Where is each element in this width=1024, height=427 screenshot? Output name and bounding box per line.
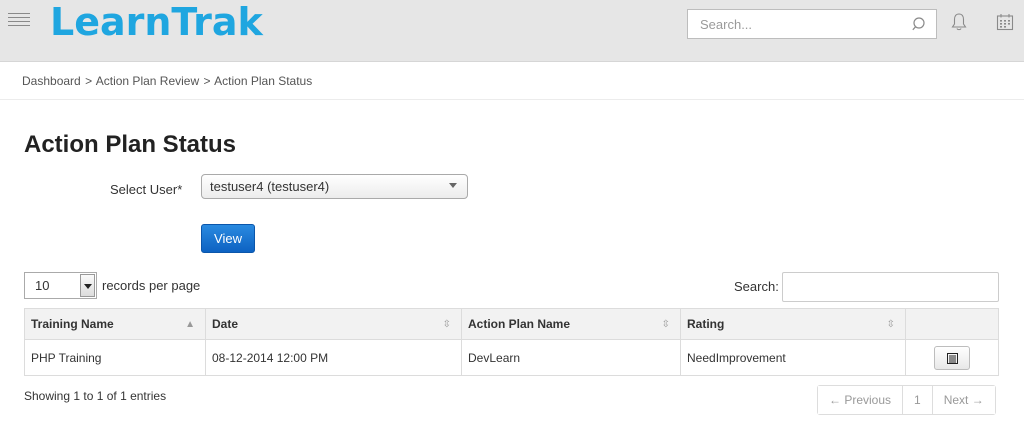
dropdown-arrow-icon[interactable] [80, 274, 95, 297]
cell-rating: NeedImprovement [680, 339, 906, 376]
cell-training-name: PHP Training [24, 339, 206, 376]
column-rating[interactable]: Rating ⇳ [680, 308, 906, 340]
search-icon[interactable] [912, 16, 928, 32]
sort-asc-icon: ▲ [185, 319, 195, 330]
breadcrumb-dashboard[interactable]: Dashboard [22, 74, 81, 88]
records-per-page-label: records per page [102, 278, 201, 293]
divider [0, 99, 1024, 100]
menu-icon[interactable] [8, 13, 30, 29]
sort-icon: ⇳ [661, 319, 670, 330]
column-action-plan-name[interactable]: Action Plan Name ⇳ [461, 308, 681, 340]
pagination-page-1[interactable]: 1 [903, 386, 933, 414]
column-label: Rating [687, 317, 725, 331]
action-plan-table: Training Name ▲ Date ⇳ Action Plan Name … [24, 308, 999, 376]
pagination-next[interactable]: Next → [932, 386, 995, 414]
view-details-button[interactable] [934, 345, 970, 370]
user-select-value: testuser4 (testuser4) [210, 179, 330, 194]
user-select[interactable]: testuser4 (testuser4) [201, 174, 468, 199]
sort-icon: ⇳ [886, 319, 895, 330]
table-header-row: Training Name ▲ Date ⇳ Action Plan Name … [24, 308, 999, 340]
global-search-input[interactable] [688, 10, 903, 38]
view-button[interactable]: View [201, 224, 255, 253]
table-info: Showing 1 to 1 of 1 entries [24, 389, 167, 403]
page-length-value: 10 [35, 278, 50, 293]
breadcrumb-separator: > [85, 74, 93, 88]
column-label: Training Name [31, 317, 114, 331]
column-label: Date [212, 317, 239, 331]
bell-icon[interactable] [951, 12, 967, 32]
breadcrumb: Dashboard > Action Plan Review > Action … [22, 74, 312, 88]
table-search-input[interactable] [782, 272, 999, 302]
cell-actions [905, 339, 999, 376]
column-date[interactable]: Date ⇳ [205, 308, 462, 340]
page-length-select[interactable]: 10 [24, 272, 97, 299]
breadcrumb-current: Action Plan Status [214, 74, 313, 88]
pagination: ← Previous 1 Next → [817, 385, 996, 415]
dropdown-arrow-icon [449, 183, 457, 188]
sort-icon: ⇳ [442, 319, 451, 330]
calendar-icon[interactable] [996, 13, 1014, 31]
table-row: PHP Training 08-12-2014 12:00 PM DevLear… [24, 339, 999, 376]
global-search [687, 9, 937, 39]
top-bar: LearnTrak [0, 0, 1024, 62]
pagination-previous[interactable]: ← Previous [818, 386, 904, 414]
select-user-label: Select User* [110, 182, 183, 197]
column-training-name[interactable]: Training Name ▲ [24, 308, 206, 340]
breadcrumb-separator: > [203, 74, 211, 88]
list-icon [947, 352, 958, 364]
breadcrumb-action-plan-review[interactable]: Action Plan Review [96, 74, 199, 88]
cell-date: 08-12-2014 12:00 PM [205, 339, 462, 376]
page-title: Action Plan Status [24, 131, 237, 158]
column-label: Action Plan Name [468, 317, 571, 331]
app-logo[interactable]: LearnTrak [50, 0, 263, 44]
table-search-label: Search: [734, 279, 779, 294]
cell-action-plan-name: DevLearn [461, 339, 681, 376]
column-actions [905, 308, 999, 340]
